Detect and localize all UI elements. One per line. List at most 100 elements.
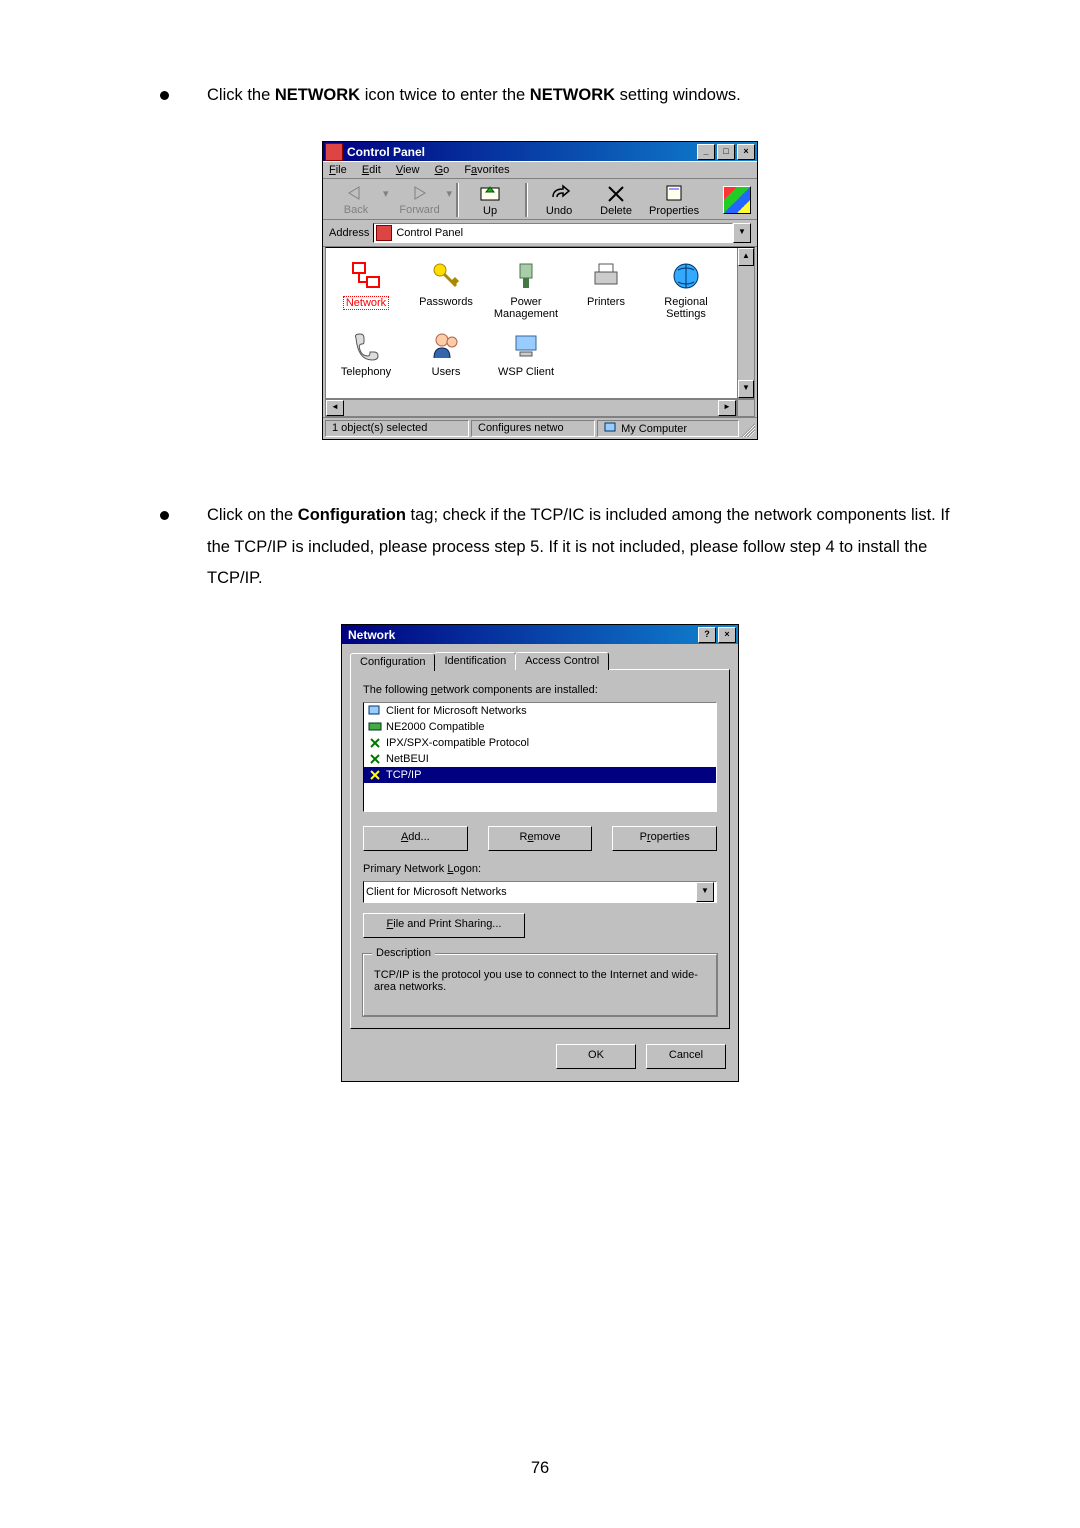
forward-arrow-icon [409, 184, 431, 202]
phone-icon [350, 330, 382, 362]
properties-button[interactable]: Properties [646, 183, 702, 217]
logon-select[interactable]: Client for Microsoft Networks ▼ [363, 881, 717, 903]
item-users[interactable]: Users [406, 330, 486, 378]
menubar: File Edit View Go Favorites [323, 161, 757, 178]
address-field[interactable]: Control Panel [373, 223, 733, 243]
window-icon [325, 143, 343, 161]
address-dropdown[interactable]: ▼ [733, 223, 751, 243]
forward-button[interactable]: Forward [393, 184, 447, 216]
separator [525, 183, 528, 217]
menu-go[interactable]: Go [435, 164, 450, 176]
close-button[interactable]: × [737, 144, 755, 160]
address-value: Control Panel [396, 227, 463, 239]
maximize-button[interactable]: □ [717, 144, 735, 160]
up-folder-icon [478, 183, 502, 203]
users-icon [430, 330, 462, 362]
content-area: Network Passwords Power Management Print… [325, 247, 755, 399]
printer-icon [590, 260, 622, 292]
item-label: Passwords [419, 296, 473, 308]
titlebar: Control Panel _ □ × [323, 142, 757, 161]
item-regional[interactable]: Regional Settings [646, 260, 726, 320]
list-item[interactable]: NE2000 Compatible [364, 719, 716, 735]
computer-icon [604, 422, 618, 434]
undo-icon [547, 183, 571, 203]
label: Forward [399, 204, 439, 216]
resize-grip[interactable] [741, 423, 755, 437]
cancel-button[interactable]: Cancel [646, 1044, 726, 1069]
protocol-icon [368, 736, 382, 750]
windows-logo-icon [723, 186, 751, 214]
add-button[interactable]: Add... [363, 826, 468, 851]
menu-file[interactable]: File [329, 164, 347, 176]
label: Up [483, 205, 497, 217]
ok-button[interactable]: OK [556, 1044, 636, 1069]
description-group: Description TCP/IP is the protocol you u… [363, 954, 717, 1016]
titlebar: Network ? × [342, 625, 738, 644]
vertical-scrollbar[interactable]: ▲ ▼ [737, 248, 754, 398]
status-selection: 1 object(s) selected [325, 420, 469, 437]
address-label: Address [329, 227, 369, 239]
key-icon [430, 260, 462, 292]
group-legend: Description [372, 947, 435, 959]
tab-configuration[interactable]: Configuration [350, 653, 435, 671]
item-wsp-client[interactable]: WSP Client [486, 330, 566, 378]
network-dialog: Network ? × Configuration Identification… [341, 624, 739, 1082]
components-list[interactable]: Client for Microsoft Networks NE2000 Com… [363, 702, 717, 812]
adapter-icon [368, 720, 382, 734]
item-label: Network [343, 296, 389, 310]
undo-button[interactable]: Undo [532, 183, 586, 217]
tab-strip: Configuration Identification Access Cont… [350, 652, 730, 670]
scroll-right-button[interactable]: ► [718, 400, 736, 416]
network-icon [350, 260, 382, 292]
item-passwords[interactable]: Passwords [406, 260, 486, 320]
tab-access-control[interactable]: Access Control [515, 652, 609, 670]
tab-panel: The following network components are ins… [350, 669, 730, 1029]
menu-favorites[interactable]: Favorites [464, 164, 509, 176]
text: Click on the [207, 506, 298, 524]
item-power[interactable]: Power Management [486, 260, 566, 320]
list-item[interactable]: Client for Microsoft Networks [364, 703, 716, 719]
delete-x-icon [605, 183, 627, 203]
control-panel-window: Control Panel _ □ × File Edit View Go Fa… [322, 141, 758, 440]
scroll-down-button[interactable]: ▼ [738, 380, 754, 398]
item-label: Telephony [341, 366, 391, 378]
status-location: My Computer [597, 420, 739, 437]
item-printers[interactable]: Printers [566, 260, 646, 320]
client-icon [368, 704, 382, 718]
chevron-down-icon[interactable]: ▼ [696, 882, 714, 902]
item-label: Regional Settings [664, 296, 707, 320]
menu-view[interactable]: View [396, 164, 420, 176]
file-print-sharing-button[interactable]: File and Print Sharing... [363, 913, 525, 938]
label: Back [344, 204, 368, 216]
text-bold: NETWORK [530, 86, 615, 104]
tab-identification[interactable]: Identification [434, 652, 516, 670]
item-telephony[interactable]: Telephony [326, 330, 406, 378]
item-label: Users [432, 366, 461, 378]
minimize-button[interactable]: _ [697, 144, 715, 160]
toolbar: Back ▾ Forward ▾ Up Undo Delete [323, 178, 757, 220]
remove-button[interactable]: Remove [488, 826, 593, 851]
item-label: WSP Client [498, 366, 554, 378]
text: setting windows. [615, 86, 741, 104]
scroll-left-button[interactable]: ◄ [326, 400, 344, 416]
label: Properties [649, 205, 699, 217]
horizontal-scrollbar[interactable]: ◄ ► [325, 399, 755, 417]
up-button[interactable]: Up [463, 183, 517, 217]
label: Undo [546, 205, 572, 217]
text-bold: Configuration [298, 506, 406, 524]
properties-icon [663, 183, 685, 203]
scroll-up-button[interactable]: ▲ [738, 248, 754, 266]
list-item[interactable]: IPX/SPX-compatible Protocol [364, 735, 716, 751]
close-button[interactable]: × [718, 627, 736, 643]
help-button[interactable]: ? [698, 627, 716, 643]
menu-edit[interactable]: Edit [362, 164, 381, 176]
list-item[interactable]: NetBEUI [364, 751, 716, 767]
window-title: Network [344, 628, 698, 642]
control-panel-icon [376, 225, 392, 241]
list-item-selected[interactable]: TCP/IP [364, 767, 716, 783]
back-button[interactable]: Back [329, 184, 383, 216]
properties-button[interactable]: Properties [612, 826, 717, 851]
delete-button[interactable]: Delete [594, 183, 638, 217]
item-network[interactable]: Network [326, 260, 406, 320]
window-title: Control Panel [347, 145, 697, 159]
